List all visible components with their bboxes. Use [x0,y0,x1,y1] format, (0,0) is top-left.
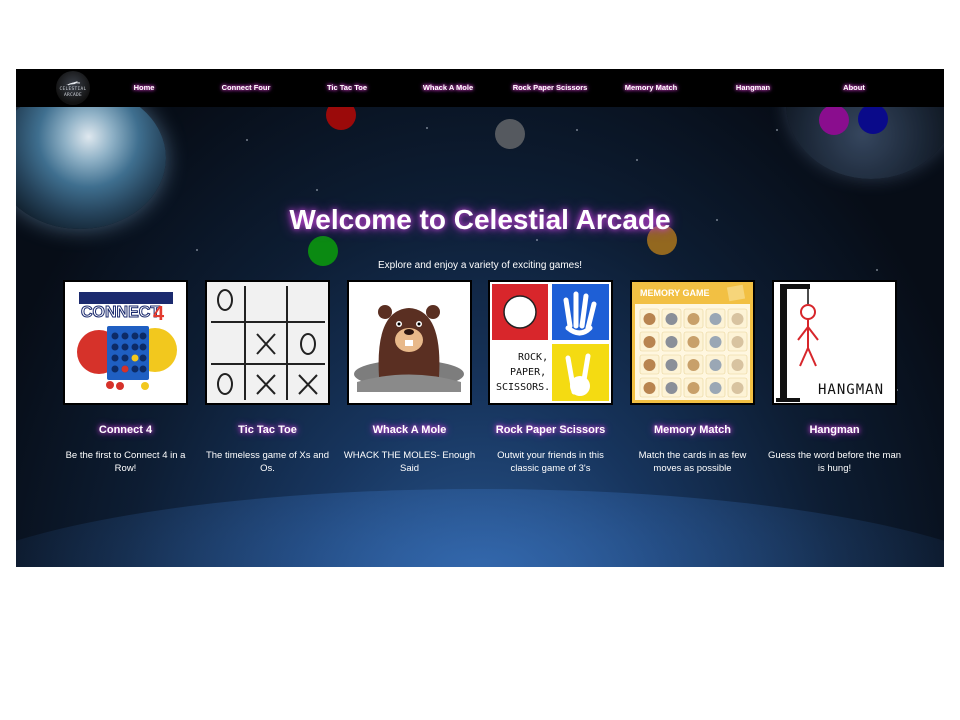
connect-4-thumbnail[interactable]: CONNECT 4 [63,280,188,405]
animal-face-icon [709,359,722,371]
floating-ball-purple [819,105,849,135]
animal-face-icon [709,382,722,394]
nav-memory-match[interactable]: Memory Match [616,82,686,94]
animal-face-icon [665,382,678,394]
animal-face-icon [709,336,722,348]
logo-line2: ARCADE [63,93,83,98]
rps-art-line2: PAPER, [510,367,546,378]
animal-face-icon [643,359,656,371]
floating-ball-gray [495,119,525,149]
mole-art [354,305,464,392]
tic-tac-toe-title[interactable]: Tic Tac Toe [195,424,340,436]
animal-face-icon [643,382,656,394]
animal-face-icon [731,382,744,394]
page-subtitle: Explore and enjoy a variety of exciting … [378,260,582,271]
connect-4-art: CONNECT 4 [77,292,177,390]
hangman-art-text: HANGMAN [818,382,884,398]
animal-face-icon [665,313,678,325]
hangman-description: Guess the word before the man is hung! [767,450,902,474]
nav-about[interactable]: About [829,82,879,94]
rock-paper-scissors-description: Outwit your friends in this classic game… [497,450,604,474]
memory-match-description: Match the cards in as few moves as possi… [638,450,747,474]
celestial-arcade-logo[interactable]: CELESTIAL ARCADE [56,71,90,105]
connect-4-description: Be the first to Connect 4 in a Row! [65,450,186,474]
hangman-title[interactable]: Hangman [762,424,907,436]
rock-paper-scissors-art: ROCK, PAPER, SCISSORS. [492,284,609,401]
animal-face-icon [665,336,678,348]
connect-art-number: 4 [153,303,165,325]
animal-face-icon [687,359,700,371]
whack-a-mole-description: WHACK THE MOLES- Enough Said [343,450,476,474]
memory-art-text: MEMORY GAME [640,288,710,298]
floating-ball-blue [858,104,888,134]
whack-a-mole-title[interactable]: Whack A Mole [337,424,482,436]
navbar: CELESTIAL ARCADE Home Connect Four Tic T… [16,69,944,107]
connect-art-text: CONNECT [81,304,160,321]
hangman-thumbnail[interactable]: HANGMAN [772,280,897,405]
animal-face-icon [731,336,744,348]
tic-tac-toe-description: The timeless game of Xs and Os. [205,450,330,474]
animal-face-icon [731,359,744,371]
animal-face-icon [687,336,700,348]
nav-connect-four[interactable]: Connect Four [211,82,281,94]
memory-game-art: MEMORY GAME [632,282,753,403]
page-title: Welcome to Celestial Arcade [289,204,671,235]
animal-face-icon [687,313,700,325]
page-frame: CELESTIAL ARCADE Home Connect Four Tic T… [16,69,944,567]
animal-face-icon [643,336,656,348]
memory-match-thumbnail[interactable]: MEMORY GAME [630,280,755,405]
animal-face-icon [687,382,700,394]
nav-whack-a-mole[interactable]: Whack A Mole [413,82,483,94]
nav-home[interactable]: Home [119,82,169,94]
nav-tic-tac-toe[interactable]: Tic Tac Toe [317,82,377,94]
nav-hangman[interactable]: Hangman [723,82,783,94]
rps-art-line3: SCISSORS. [496,382,550,393]
nav-rock-paper-scissors[interactable]: Rock Paper Scissors [505,82,595,94]
animal-face-icon [643,313,656,325]
rock-paper-scissors-thumbnail[interactable]: ROCK, PAPER, SCISSORS. [488,280,613,405]
hangman-art: HANGMAN [776,284,884,402]
tic-tac-toe-thumbnail[interactable] [205,280,330,405]
animal-face-icon [731,313,744,325]
animal-face-icon [709,313,722,325]
rps-art-line1: ROCK, [518,352,548,363]
tic-tac-toe-art [211,286,325,400]
animal-face-icon [665,359,678,371]
rock-paper-scissors-title[interactable]: Rock Paper Scissors [478,424,623,436]
connect-4-title[interactable]: Connect 4 [53,424,198,436]
logo-line1: CELESTIAL [59,87,87,92]
planet-horizon [16,489,944,567]
memory-match-title[interactable]: Memory Match [620,424,765,436]
whack-a-mole-thumbnail[interactable] [347,280,472,405]
